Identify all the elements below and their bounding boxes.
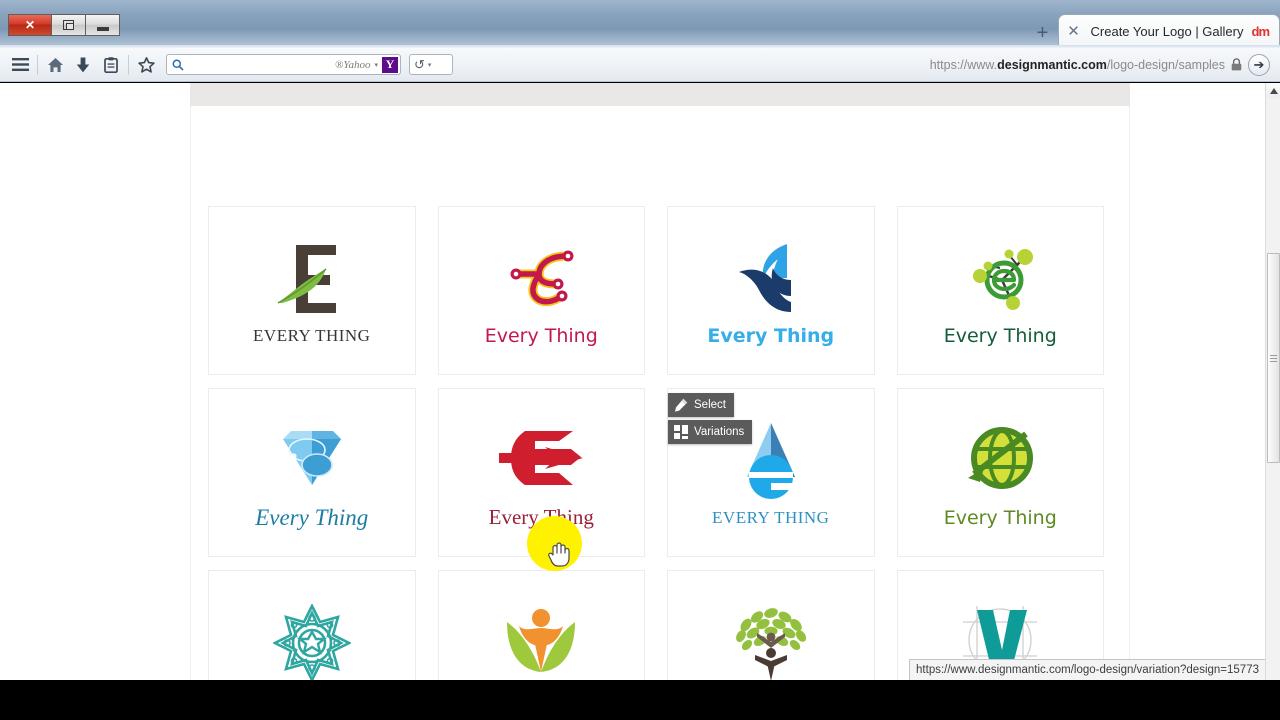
logo-mark-molecule-e: [958, 235, 1042, 321]
window-controls: ✕: [8, 14, 120, 36]
tab-title: Create Your Logo | Gallery: [1090, 24, 1244, 39]
select-button-label: Select: [694, 399, 726, 411]
reload-history-control[interactable]: ↺ ▾: [409, 54, 453, 75]
tab-close-icon[interactable]: ✕: [1065, 24, 1083, 39]
arrow-right-icon: ➔: [1253, 56, 1265, 72]
gallery-row: Every Thing: [208, 206, 1104, 375]
logo-tile-molecule-e[interactable]: Every Thing: [896, 206, 1104, 375]
new-tab-button[interactable]: +: [1028, 22, 1058, 48]
logo-tile-tree-person[interactable]: Every Thing: [667, 570, 875, 680]
search-engine-label[interactable]: ®Yahoo: [335, 59, 370, 71]
logo-brand-text: Every Thing: [943, 506, 1057, 529]
logo-tile-swoosh-c[interactable]: Every Thing: [667, 206, 875, 375]
chevron-down-icon[interactable]: ▾: [374, 61, 378, 69]
logo-mark-circuit-e: [499, 235, 583, 321]
pencil-icon: [674, 398, 688, 412]
lock-icon: [1231, 58, 1242, 71]
favicon-icon: dm: [1251, 24, 1270, 39]
tab-strip: + ✕ Create Your Logo | Gallery dm: [1028, 14, 1280, 48]
page-viewport: Every Thing: [0, 83, 1280, 680]
variations-button-label: Variations: [694, 426, 745, 438]
bookmark-star-icon[interactable]: [132, 52, 160, 78]
logo-tile-diamond[interactable]: Every Thing: [208, 388, 416, 557]
logo-tile-lotus-person[interactable]: Every Thing: [437, 570, 645, 681]
scrollbar-thumb[interactable]: [1267, 253, 1280, 463]
close-icon: ✕: [24, 18, 36, 32]
menu-icon[interactable]: [6, 52, 34, 78]
search-input[interactable]: ®Yahoo ▾ Y: [166, 54, 401, 75]
logo-mark-leaf-e: [270, 236, 354, 322]
tile-hover-actions: Select Variations: [668, 393, 760, 447]
chevron-down-icon-2[interactable]: ▾: [428, 61, 432, 69]
home-icon[interactable]: [41, 52, 69, 78]
go-button[interactable]: ➔: [1248, 53, 1270, 76]
gallery-row-2: Every Thing Every Thing EVERY THING Ever…: [208, 388, 1104, 557]
logo-mark-arrow-e: [495, 415, 587, 501]
search-icon: [172, 59, 184, 71]
pointing-hand-cursor: [548, 541, 570, 572]
logo-mark-mandala: [272, 600, 351, 680]
variations-button[interactable]: Variations: [668, 420, 753, 444]
logo-mark-globe: [960, 417, 1040, 503]
page-top-band: [190, 83, 1130, 106]
select-button[interactable]: Select: [668, 393, 734, 417]
logo-tile-leaf-e[interactable]: Every Thing: [208, 206, 416, 375]
minimize-icon: [96, 27, 109, 31]
logo-mark-lotus-person: [499, 599, 583, 681]
logo-brand-text: Every Thing: [484, 324, 598, 347]
logo-mark-swoosh-c: [729, 235, 813, 321]
scroll-up-arrow-icon[interactable]: [1266, 83, 1280, 98]
logo-brand-text: Every Thing: [707, 324, 835, 347]
address-bar[interactable]: https://www.designmantic.com/logo-design…: [929, 53, 1274, 76]
logo-tile-circuit-e[interactable]: Every Thing: [437, 206, 645, 375]
plus-icon: +: [1036, 22, 1049, 44]
title-bar: ✕ + ✕ Create Your Logo | Gallery dm: [0, 0, 1280, 48]
restore-window-button[interactable]: [52, 14, 86, 36]
logo-tile-mandala[interactable]: Every Thing: [208, 570, 416, 680]
notes-icon[interactable]: [97, 52, 125, 78]
browser-tab[interactable]: ✕ Create Your Logo | Gallery dm: [1057, 14, 1280, 48]
logo-mark-diamond: [269, 415, 355, 501]
logo-brand-text: Every Thing: [712, 507, 830, 527]
download-icon[interactable]: [69, 52, 97, 78]
logo-brand-text: Every Thing: [255, 504, 369, 530]
reload-icon[interactable]: ↺: [414, 57, 425, 73]
minimize-window-button[interactable]: [86, 14, 120, 36]
toolbar-divider: [37, 54, 38, 75]
logo-gallery-grid: Every Thing: [208, 206, 1104, 680]
url-text: https://www.designmantic.com/logo-design…: [929, 57, 1225, 72]
vertical-scrollbar[interactable]: [1265, 83, 1280, 680]
close-window-button[interactable]: ✕: [8, 14, 52, 36]
logo-brand-text: Every Thing: [253, 325, 371, 345]
toolbar-divider-2: [128, 54, 129, 75]
status-bar-url: https://www.designmantic.com/logo-design…: [916, 664, 1259, 676]
logo-tile-globe[interactable]: Every Thing: [896, 388, 1104, 557]
browser-window: ✕ + ✕ Create Your Logo | Gallery dm ®Yah…: [0, 0, 1280, 720]
page-scroll-region: Every Thing: [0, 83, 1265, 680]
restore-icon: [63, 20, 74, 30]
grid-icon: [674, 425, 688, 439]
scrollbar-grip-icon: [1270, 354, 1277, 362]
logo-brand-text: Every Thing: [943, 324, 1057, 347]
status-bar: https://www.designmantic.com/logo-design…: [909, 659, 1265, 680]
yahoo-badge-icon: Y: [382, 56, 398, 73]
navigation-toolbar: ®Yahoo ▾ Y ↺ ▾ https://www.designmantic.…: [0, 48, 1280, 82]
logo-mark-tree-person: [729, 600, 813, 680]
